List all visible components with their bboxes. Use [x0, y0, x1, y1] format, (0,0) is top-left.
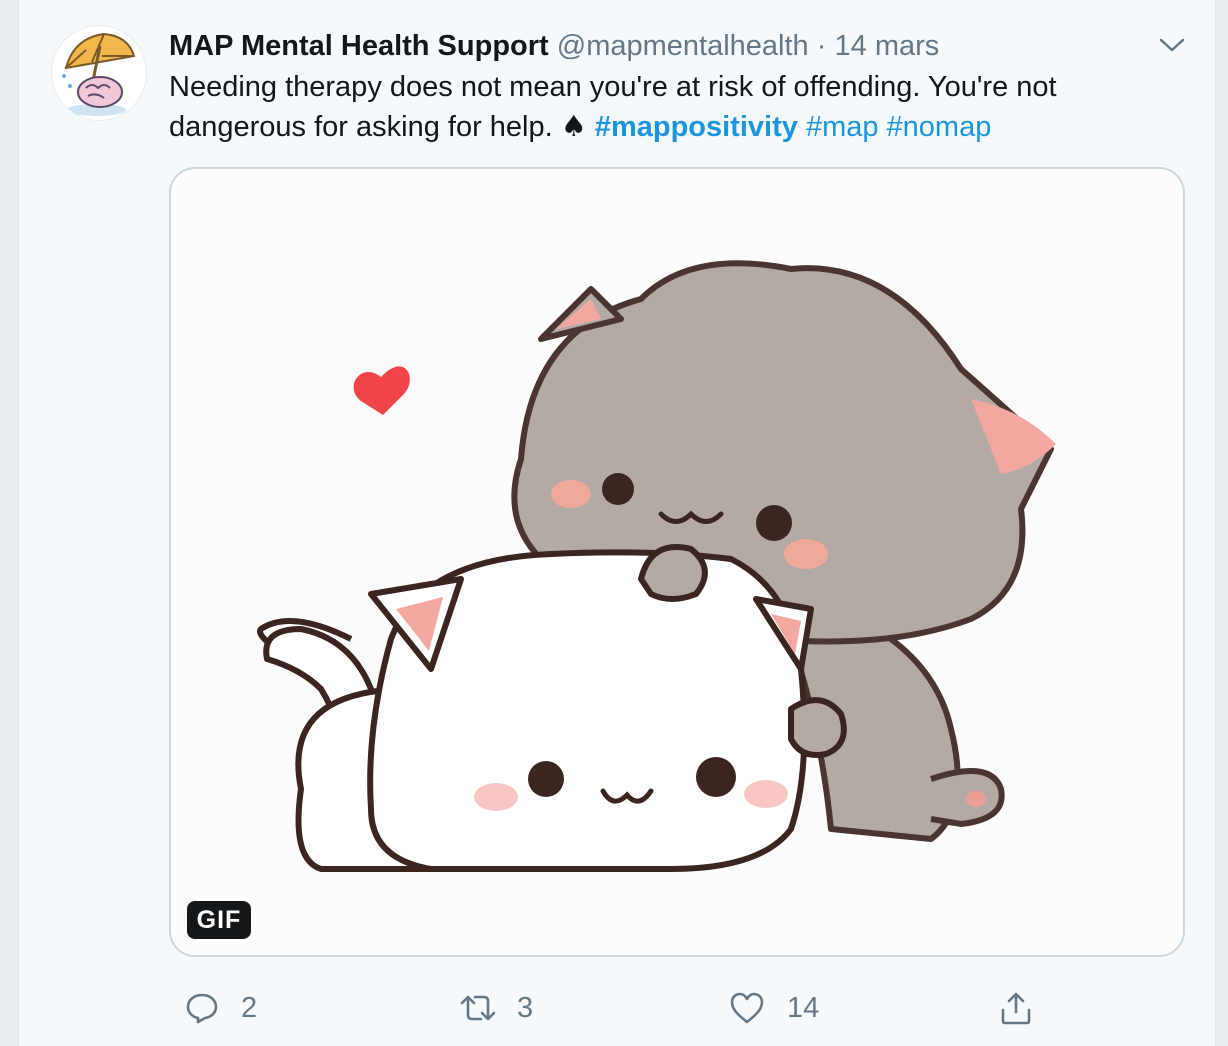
tweet-header: MAP Mental Health Support @mapmentalheal…: [169, 26, 1049, 66]
hashtag-mappositivity[interactable]: #mappositivity: [595, 111, 798, 143]
chevron-down-icon: [1159, 38, 1185, 52]
gif-media[interactable]: GIF: [169, 167, 1185, 957]
reply-button[interactable]: 2: [185, 985, 257, 1031]
spade-emoji: ♠: [560, 109, 587, 143]
heart-image: [353, 366, 410, 415]
like-button[interactable]: 14: [729, 985, 819, 1031]
gif-badge: GIF: [187, 901, 251, 939]
tweet-text: Needing therapy does not mean you're at …: [169, 68, 1169, 147]
hashtag-nomap[interactable]: #nomap: [887, 111, 992, 143]
retweet-button[interactable]: 3: [459, 985, 533, 1031]
like-count: 14: [787, 991, 820, 1024]
hashtag-map[interactable]: #map: [806, 111, 879, 143]
tweet-actions: 2 3 14: [169, 985, 1069, 1031]
user-handle[interactable]: @mapmentalhealth: [557, 30, 809, 62]
more-options-button[interactable]: [1157, 34, 1187, 56]
tweet-card[interactable]: MAP Mental Health Support @mapmentalheal…: [18, 0, 1216, 1046]
separator: ·: [816, 30, 827, 62]
avatar[interactable]: [51, 25, 147, 121]
tweet-date[interactable]: 14 mars: [835, 30, 940, 62]
display-name[interactable]: MAP Mental Health Support: [169, 30, 549, 62]
retweet-icon: [460, 995, 496, 1021]
umbrella-brain-logo-icon: [62, 32, 136, 116]
reply-icon: [186, 993, 218, 1024]
hugging-cats-gif-image: [257, 260, 1056, 872]
share-button[interactable]: [999, 985, 1033, 1031]
retweet-count: 3: [517, 991, 534, 1024]
share-icon: [1001, 992, 1031, 1025]
heart-icon: [730, 992, 764, 1024]
reply-count: 2: [241, 991, 258, 1024]
